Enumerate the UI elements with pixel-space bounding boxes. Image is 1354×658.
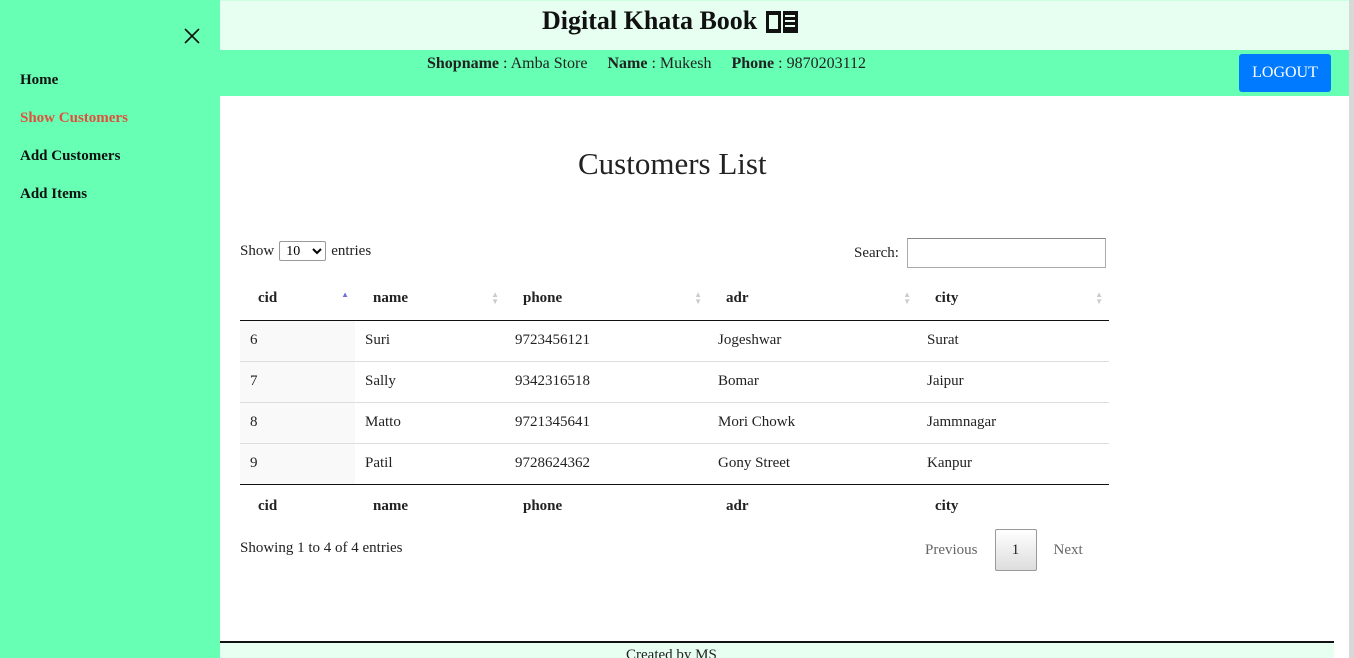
cell-cid: 9	[240, 442, 355, 484]
cell-name: Matto	[355, 401, 505, 443]
next-button[interactable]: Next	[1037, 542, 1100, 559]
sidebar: Home Show Customers Add Customers Add It…	[0, 0, 220, 658]
page-button-1[interactable]: 1	[994, 529, 1037, 571]
cell-city: Kanpur	[917, 442, 1109, 484]
column-header-cid[interactable]: cid ▲	[240, 278, 355, 321]
search-input[interactable]	[906, 238, 1106, 268]
table-row: 9 Patil 9728624362 Gony Street Kanpur	[240, 442, 1109, 484]
cell-city: Jammnagar	[917, 401, 1109, 443]
phone-label: Phone	[731, 55, 775, 72]
cell-phone: 9721345641	[505, 401, 708, 443]
column-header-city[interactable]: city ▲ ▼	[917, 278, 1109, 321]
table-row: 8 Matto 9721345641 Mori Chowk Jammnagar	[240, 401, 1109, 443]
previous-button[interactable]: Previous	[908, 542, 995, 559]
footer-phone: phone	[505, 483, 708, 528]
user-info: Shopname : Amba Store Name : Mukesh Phon…	[427, 55, 866, 72]
search-control: Search:	[854, 238, 1106, 268]
table-row: 6 Suri 9723456121 Jogeshwar Surat	[240, 320, 1109, 361]
table-header-row: cid ▲ name ▲ ▼ phone ▲ ▼ adr ▲ ▼ city ▲ ▼	[240, 278, 1109, 321]
cell-name: Sally	[355, 360, 505, 402]
user-info-bar: Shopname : Amba Store Name : Mukesh Phon…	[220, 50, 1350, 96]
search-label: Search:	[854, 244, 899, 261]
shopname-label: Shopname	[427, 55, 500, 72]
cell-name: Patil	[355, 442, 505, 484]
footer-city: city	[917, 483, 1109, 528]
column-header-adr[interactable]: adr ▲ ▼	[708, 278, 917, 321]
book-icon	[766, 11, 799, 33]
sort-icon: ▲ ▼	[1095, 290, 1103, 306]
footer: Created by MS	[220, 641, 1334, 658]
title-bar: Digital Khata Book	[220, 0, 1350, 50]
name-value: Mukesh	[659, 55, 712, 72]
sidebar-item-add-customers[interactable]: Add Customers	[20, 148, 120, 165]
column-header-name[interactable]: name ▲ ▼	[355, 278, 505, 321]
footer-name: name	[355, 483, 505, 528]
footer-adr: adr	[708, 483, 917, 528]
cell-adr: Jogeshwar	[718, 332, 782, 348]
footer-cid: cid	[240, 483, 355, 528]
shopname-value: Amba Store	[510, 55, 588, 72]
cell-adr: Mori Chowk	[708, 401, 917, 443]
sidebar-item-show-customers[interactable]: Show Customers	[20, 110, 128, 127]
table-row: 7 Sally 9342316518 Bomar Jaipur	[240, 360, 1109, 402]
scrollbar[interactable]	[1349, 0, 1354, 658]
show-label: Show	[240, 242, 275, 259]
pagination: Previous 1 Next	[908, 529, 1100, 571]
app-title-text: Digital Khata Book	[542, 6, 758, 35]
sort-icon: ▲	[341, 290, 349, 299]
sort-icon: ▲ ▼	[694, 290, 702, 306]
page-title: Customers List	[578, 146, 767, 181]
table-footer-row: cid name phone adr city	[240, 483, 1109, 528]
sort-icon: ▲ ▼	[491, 290, 499, 306]
logout-button[interactable]: LOGOUT	[1239, 54, 1331, 92]
sort-icon: ▲ ▼	[903, 290, 911, 306]
column-header-phone[interactable]: phone ▲ ▼	[505, 278, 708, 321]
entries-label: entries	[331, 242, 372, 259]
cell-cid: 8	[240, 401, 355, 443]
sidebar-item-add-items[interactable]: Add Items	[20, 186, 87, 203]
phone-value: 9870203112	[786, 55, 866, 72]
cell-cid: 7	[240, 360, 355, 402]
cell-adr: Bomar	[708, 360, 917, 402]
cell-city: Jaipur	[917, 360, 1109, 402]
page-length-select[interactable]: 10	[279, 241, 327, 261]
cell-city: Surat	[927, 332, 959, 348]
cell-phone: 9723456121	[515, 332, 590, 348]
customers-table: cid ▲ name ▲ ▼ phone ▲ ▼ adr ▲ ▼ city ▲ ▼ 6 Suri …	[240, 278, 1109, 528]
sidebar-item-home[interactable]: Home	[20, 72, 58, 89]
close-icon[interactable]	[182, 26, 202, 46]
app-title: Digital Khata Book	[542, 6, 799, 36]
page-length-control: Show 10 entries	[240, 241, 371, 261]
cell-adr: Gony Street	[708, 442, 917, 484]
name-label: Name	[607, 55, 648, 72]
cell-cid: 6	[240, 320, 355, 361]
cell-name: Suri	[365, 332, 391, 348]
cell-phone: 9728624362	[505, 442, 708, 484]
cell-phone: 9342316518	[505, 360, 708, 402]
footer-text: Created by MS	[626, 647, 717, 658]
table-info: Showing 1 to 4 of 4 entries	[240, 540, 403, 556]
